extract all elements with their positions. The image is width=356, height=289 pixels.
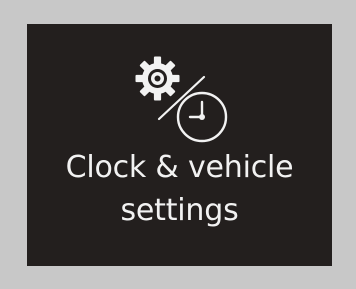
tile-label-line-2: settings [120, 193, 239, 228]
clock-icon [176, 91, 228, 143]
gear-icon [135, 56, 180, 101]
clock-vehicle-settings-tile[interactable]: Clock & vehicle settings [27, 24, 332, 266]
settings-icon-group [27, 24, 332, 154]
tile-label-line-1: Clock & vehicle [65, 150, 294, 185]
